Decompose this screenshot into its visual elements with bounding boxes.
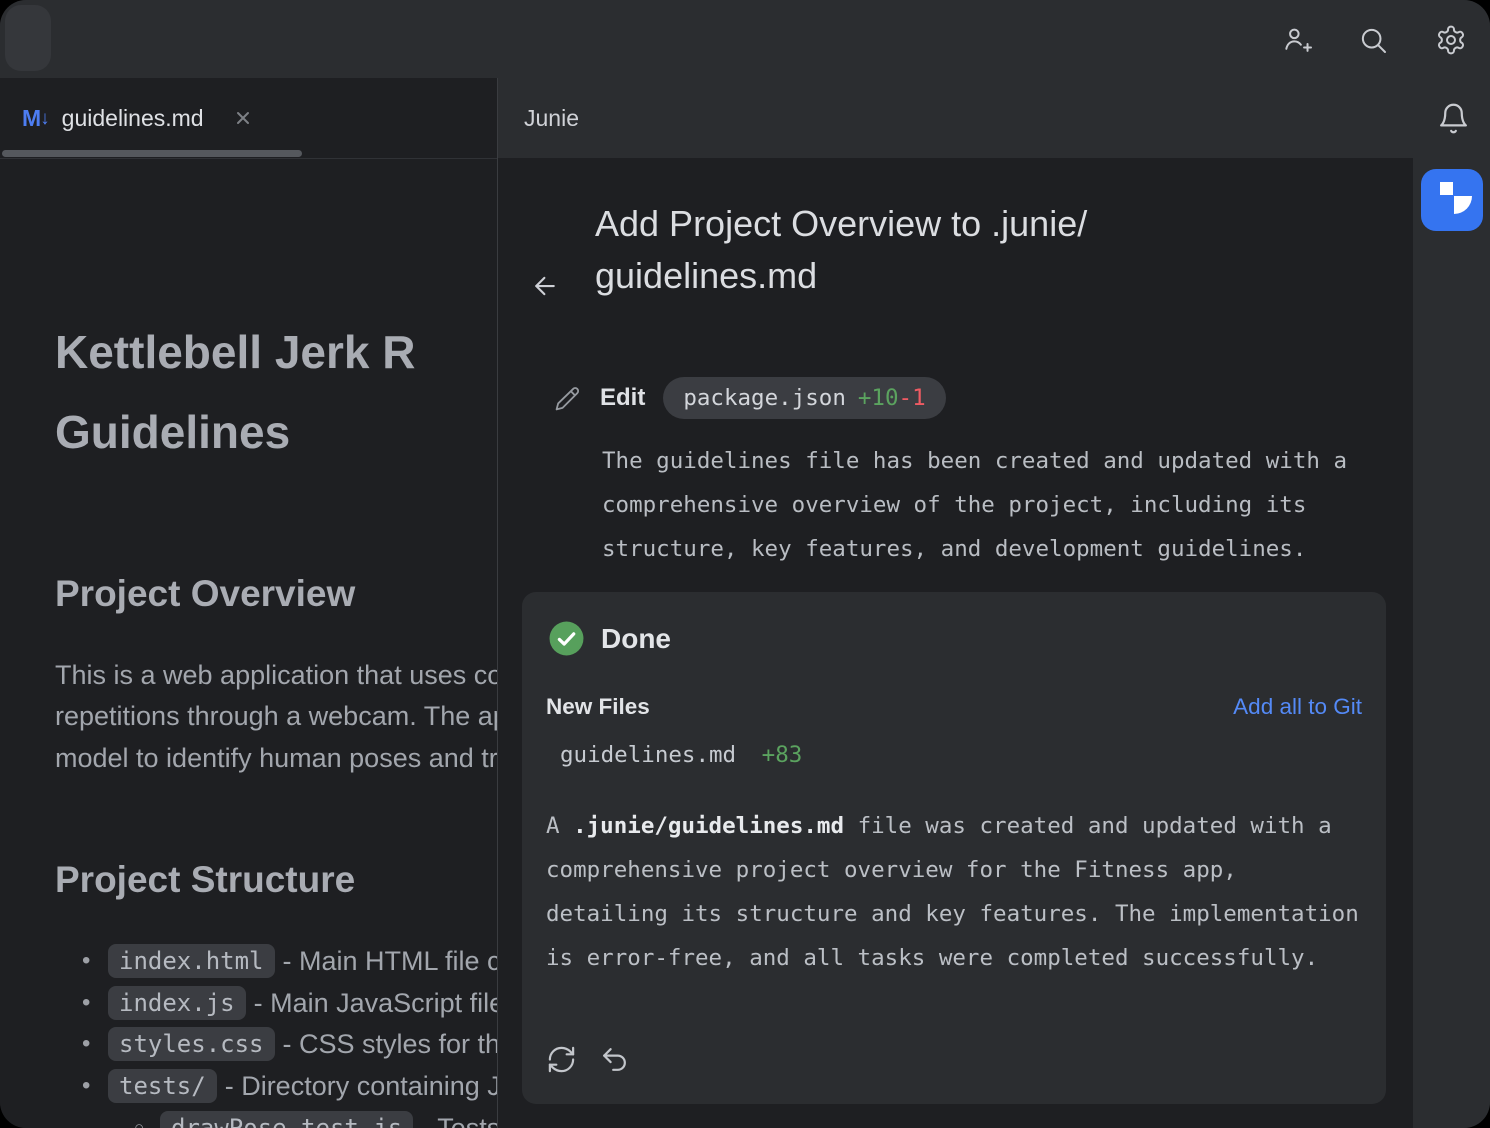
bullet-icon: •: [82, 1030, 108, 1058]
window-corner-widget: [5, 5, 51, 71]
task-title-line: guidelines.md: [595, 250, 1087, 302]
done-card: Done New Files Add all to Git guidelines…: [522, 592, 1386, 1104]
section-heading-overview: Project Overview: [55, 573, 355, 615]
junie-panel-title: Junie: [524, 105, 579, 132]
file-name: guidelines.md: [560, 742, 736, 768]
inline-code: .junie/guidelines.md: [573, 813, 844, 839]
bullet-icon: •: [82, 1072, 108, 1100]
list-item-text: - Main JavaScript file: [254, 988, 497, 1019]
edit-step-label: Edit: [600, 384, 645, 412]
new-files-row: New Files Add all to Git: [546, 694, 1362, 720]
file-name: package.json: [683, 385, 846, 411]
list-item: ○ drawPose.test.js - Tests: [134, 1111, 497, 1128]
tab-guidelines-md[interactable]: M↓ guidelines.md: [22, 78, 252, 158]
editor-panel: M↓ guidelines.md Kettlebell Jerk R Guide…: [0, 78, 497, 1128]
markdown-file-icon: M↓: [22, 107, 50, 129]
inline-code: drawPose.test.js: [160, 1111, 413, 1128]
doc-title-line: Kettlebell Jerk R: [55, 325, 415, 379]
junie-tool-window-icon[interactable]: [1421, 169, 1483, 231]
main-toolbar: [0, 0, 1490, 78]
tab-label: guidelines.md: [62, 105, 204, 132]
list-item-text: - Main HTML file co: [283, 946, 498, 977]
paragraph-line: repetitions through a webcam. The app: [55, 701, 497, 732]
list-item: • styles.css - CSS styles for the: [82, 1027, 497, 1061]
undo-icon[interactable]: [599, 1044, 630, 1075]
junie-panel: Junie Add Project Overview to .junie/ gu…: [498, 78, 1413, 1128]
list-item: • index.js - Main JavaScript file: [82, 986, 497, 1020]
task-title: Add Project Overview to .junie/ guidelin…: [595, 198, 1087, 302]
junie-panel-header: Junie: [498, 78, 1413, 158]
list-item: • tests/ - Directory containing Je: [82, 1069, 497, 1103]
lines-added: +83: [762, 742, 803, 768]
inline-code: index.js: [108, 986, 246, 1020]
list-item-text: - CSS styles for the: [283, 1029, 498, 1060]
tab-scrollbar-thumb[interactable]: [2, 150, 302, 157]
file-diff-chip[interactable]: package.json +10 -1: [663, 377, 945, 419]
inline-code: tests/: [108, 1069, 217, 1103]
bullet-icon: ○: [134, 1118, 160, 1128]
bullet-icon: •: [82, 989, 108, 1017]
status-label: Done: [601, 623, 671, 655]
list-item-text: - Directory containing Je: [225, 1071, 497, 1102]
lines-added: +10: [858, 385, 899, 411]
retry-refresh-icon[interactable]: [546, 1044, 577, 1075]
task-title-line: Add Project Overview to .junie/: [595, 198, 1087, 250]
right-sidebar: [1413, 78, 1490, 1128]
editor-tabbar: M↓ guidelines.md: [0, 78, 497, 159]
list-item-text: - Tests: [421, 1113, 497, 1128]
inline-code: styles.css: [108, 1027, 275, 1061]
card-actions: [546, 1044, 630, 1075]
new-file-entry[interactable]: guidelines.md +83: [560, 742, 802, 768]
back-arrow-icon[interactable]: [530, 271, 560, 301]
summary-text: A: [546, 813, 573, 839]
search-icon[interactable]: [1357, 24, 1389, 56]
section-heading-structure: Project Structure: [55, 859, 355, 901]
pencil-edit-icon: [554, 385, 581, 412]
notifications-bell-icon[interactable]: [1437, 102, 1470, 135]
new-files-label: New Files: [546, 694, 650, 720]
paragraph-line: This is a web application that uses con: [55, 660, 497, 691]
check-circle-icon: [548, 620, 585, 657]
bullet-icon: •: [82, 947, 108, 975]
ide-window: M↓ guidelines.md Kettlebell Jerk R Guide…: [0, 0, 1490, 1128]
markdown-preview: Kettlebell Jerk R Guidelines Project Ove…: [0, 159, 497, 1128]
doc-title-line: Guidelines: [55, 405, 290, 459]
edit-step-row: Edit package.json +10 -1: [554, 377, 946, 419]
edit-step-description: The guidelines file has been created and…: [602, 439, 1382, 571]
inline-code: index.html: [108, 944, 275, 978]
add-user-icon[interactable]: [1281, 24, 1313, 56]
settings-gear-icon[interactable]: [1435, 24, 1467, 56]
list-item: • index.html - Main HTML file co: [82, 944, 497, 978]
done-status-row: Done: [548, 620, 671, 657]
lines-removed: -1: [899, 385, 926, 411]
tab-close-icon[interactable]: [234, 109, 252, 127]
task-summary: A .junie/guidelines.md file was created …: [546, 804, 1360, 980]
add-all-to-git-link[interactable]: Add all to Git: [1233, 694, 1362, 720]
paragraph-line: model to identify human poses and tra: [55, 743, 497, 774]
